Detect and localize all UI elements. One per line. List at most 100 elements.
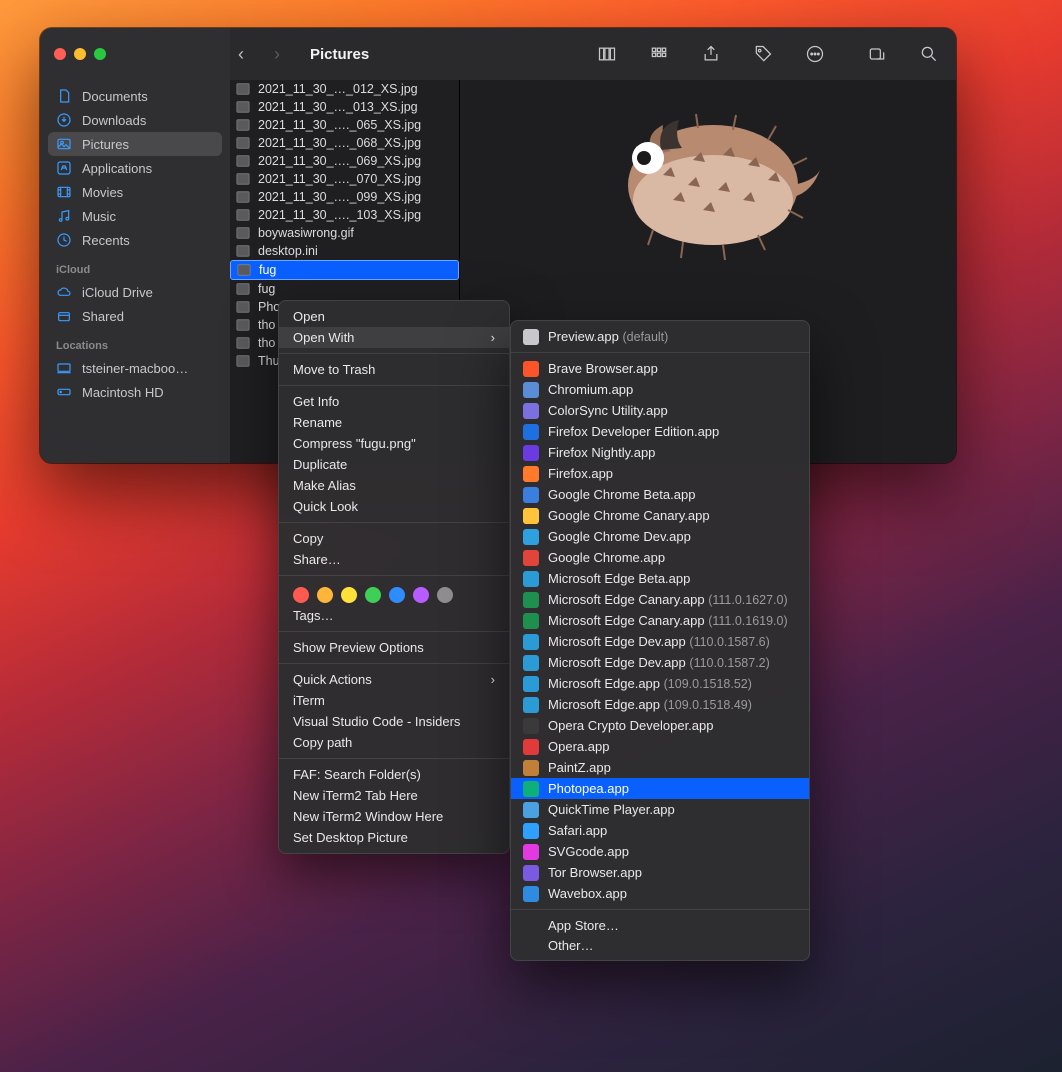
share-icon[interactable] bbox=[700, 43, 722, 65]
open-with-app[interactable]: ColorSync Utility.app bbox=[511, 400, 809, 421]
open-with-app[interactable]: SVGcode.app bbox=[511, 841, 809, 862]
open-with-app[interactable]: Wavebox.app bbox=[511, 883, 809, 904]
open-with-default[interactable]: Preview.app (default) bbox=[511, 326, 809, 347]
ctx-duplicate[interactable]: Duplicate bbox=[279, 454, 509, 475]
file-row[interactable]: 2021_11_30_…._068_XS.jpg bbox=[230, 134, 459, 152]
ctx-quick-actions[interactable]: Quick Actions› bbox=[279, 669, 509, 690]
file-name: fug bbox=[258, 282, 275, 296]
maximize-button[interactable] bbox=[94, 48, 106, 60]
file-row[interactable]: 2021_11_30_…_013_XS.jpg bbox=[230, 98, 459, 116]
ctx-share[interactable]: Share… bbox=[279, 549, 509, 570]
open-with-app[interactable]: Tor Browser.app bbox=[511, 862, 809, 883]
file-row[interactable]: 2021_11_30_…._070_XS.jpg bbox=[230, 170, 459, 188]
sidebar-item-documents[interactable]: Documents bbox=[48, 84, 222, 108]
open-with-app[interactable]: Microsoft Edge Canary.app (111.0.1619.0) bbox=[511, 610, 809, 631]
sidebar-item-tsteiner-macboo-[interactable]: tsteiner-macboo… bbox=[48, 356, 222, 380]
tag-dot[interactable] bbox=[365, 587, 381, 603]
open-with-app[interactable]: Brave Browser.app bbox=[511, 358, 809, 379]
open-with-app[interactable]: Google Chrome.app bbox=[511, 547, 809, 568]
ctx-faf-search[interactable]: FAF: Search Folder(s) bbox=[279, 764, 509, 785]
ctx-open-with[interactable]: Open With› bbox=[279, 327, 509, 348]
file-row[interactable]: 2021_11_30_…._069_XS.jpg bbox=[230, 152, 459, 170]
open-with-appstore[interactable]: App Store… bbox=[511, 915, 809, 935]
sidebar-icon bbox=[56, 88, 72, 104]
tag-dot[interactable] bbox=[437, 587, 453, 603]
open-with-app[interactable]: Firefox Developer Edition.app bbox=[511, 421, 809, 442]
ctx-set-desktop[interactable]: Set Desktop Picture bbox=[279, 827, 509, 848]
sidebar-item-shared[interactable]: Shared bbox=[48, 304, 222, 328]
ctx-iterm[interactable]: iTerm bbox=[279, 690, 509, 711]
open-with-app[interactable]: Photopea.app bbox=[511, 778, 809, 799]
open-with-app[interactable]: QuickTime Player.app bbox=[511, 799, 809, 820]
file-row[interactable]: 2021_11_30_…_012_XS.jpg bbox=[230, 80, 459, 98]
ctx-copy-path[interactable]: Copy path bbox=[279, 732, 509, 753]
file-row[interactable]: 2021_11_30_…._099_XS.jpg bbox=[230, 188, 459, 206]
action-icon[interactable] bbox=[866, 43, 888, 65]
sidebar-item-recents[interactable]: Recents bbox=[48, 228, 222, 252]
open-with-app[interactable]: Google Chrome Beta.app bbox=[511, 484, 809, 505]
open-with-app[interactable]: Firefox Nightly.app bbox=[511, 442, 809, 463]
open-with-app[interactable]: Microsoft Edge.app (109.0.1518.49) bbox=[511, 694, 809, 715]
ctx-make-alias[interactable]: Make Alias bbox=[279, 475, 509, 496]
more-icon[interactable] bbox=[804, 43, 826, 65]
forward-button[interactable]: › bbox=[266, 44, 288, 65]
file-name: Pho bbox=[258, 300, 280, 314]
ctx-compress[interactable]: Compress "fugu.png" bbox=[279, 433, 509, 454]
file-row[interactable]: boywasiwrong.gif bbox=[230, 224, 459, 242]
sidebar-icon bbox=[56, 384, 72, 400]
sidebar-item-movies[interactable]: Movies bbox=[48, 180, 222, 204]
search-icon[interactable] bbox=[918, 43, 940, 65]
open-with-app[interactable]: Opera.app bbox=[511, 736, 809, 757]
sidebar-icon bbox=[56, 308, 72, 324]
open-with-app[interactable]: Microsoft Edge Dev.app (110.0.1587.6) bbox=[511, 631, 809, 652]
open-with-app[interactable]: Google Chrome Dev.app bbox=[511, 526, 809, 547]
tag-icon[interactable] bbox=[752, 43, 774, 65]
open-with-app[interactable]: Microsoft Edge Canary.app (111.0.1627.0) bbox=[511, 589, 809, 610]
ctx-open[interactable]: Open bbox=[279, 306, 509, 327]
file-row[interactable]: 2021_11_30_…._103_XS.jpg bbox=[230, 206, 459, 224]
file-row[interactable]: 2021_11_30_…._065_XS.jpg bbox=[230, 116, 459, 134]
file-row[interactable]: fug bbox=[230, 260, 459, 280]
open-with-submenu: Preview.app (default) Brave Browser.appC… bbox=[510, 320, 810, 961]
tag-dot[interactable] bbox=[341, 587, 357, 603]
tag-dot[interactable] bbox=[389, 587, 405, 603]
open-with-app[interactable]: Microsoft Edge Beta.app bbox=[511, 568, 809, 589]
open-with-app[interactable]: Microsoft Edge.app (109.0.1518.52) bbox=[511, 673, 809, 694]
view-columns-icon[interactable] bbox=[596, 43, 618, 65]
ctx-tags[interactable]: Tags… bbox=[279, 605, 509, 626]
sidebar-item-music[interactable]: Music bbox=[48, 204, 222, 228]
ctx-new-iterm-tab[interactable]: New iTerm2 Tab Here bbox=[279, 785, 509, 806]
ctx-new-iterm-window[interactable]: New iTerm2 Window Here bbox=[279, 806, 509, 827]
open-with-app[interactable]: Microsoft Edge Dev.app (110.0.1587.2) bbox=[511, 652, 809, 673]
file-name: tho bbox=[258, 336, 275, 350]
group-icon[interactable] bbox=[648, 43, 670, 65]
ctx-preview-options[interactable]: Show Preview Options bbox=[279, 637, 509, 658]
ctx-rename[interactable]: Rename bbox=[279, 412, 509, 433]
sidebar-item-macintosh-hd[interactable]: Macintosh HD bbox=[48, 380, 222, 404]
tag-dot[interactable] bbox=[293, 587, 309, 603]
open-with-app[interactable]: Opera Crypto Developer.app bbox=[511, 715, 809, 736]
sidebar-item-pictures[interactable]: Pictures bbox=[48, 132, 222, 156]
open-with-app[interactable]: Google Chrome Canary.app bbox=[511, 505, 809, 526]
open-with-app[interactable]: PaintZ.app bbox=[511, 757, 809, 778]
file-row[interactable]: fug bbox=[230, 280, 459, 298]
ctx-copy[interactable]: Copy bbox=[279, 528, 509, 549]
file-row[interactable]: desktop.ini bbox=[230, 242, 459, 260]
app-version: (111.0.1619.0) bbox=[708, 614, 787, 628]
minimize-button[interactable] bbox=[74, 48, 86, 60]
close-button[interactable] bbox=[54, 48, 66, 60]
ctx-get-info[interactable]: Get Info bbox=[279, 391, 509, 412]
sidebar-item-applications[interactable]: Applications bbox=[48, 156, 222, 180]
ctx-vscode[interactable]: Visual Studio Code - Insiders bbox=[279, 711, 509, 732]
sidebar-item-icloud-drive[interactable]: iCloud Drive bbox=[48, 280, 222, 304]
sidebar-item-downloads[interactable]: Downloads bbox=[48, 108, 222, 132]
ctx-quick-look[interactable]: Quick Look bbox=[279, 496, 509, 517]
tag-dot[interactable] bbox=[317, 587, 333, 603]
tag-dot[interactable] bbox=[413, 587, 429, 603]
back-button[interactable]: ‹ bbox=[230, 44, 252, 65]
open-with-app[interactable]: Firefox.app bbox=[511, 463, 809, 484]
open-with-app[interactable]: Chromium.app bbox=[511, 379, 809, 400]
ctx-trash[interactable]: Move to Trash bbox=[279, 359, 509, 380]
open-with-other[interactable]: Other… bbox=[511, 935, 809, 955]
open-with-app[interactable]: Safari.app bbox=[511, 820, 809, 841]
